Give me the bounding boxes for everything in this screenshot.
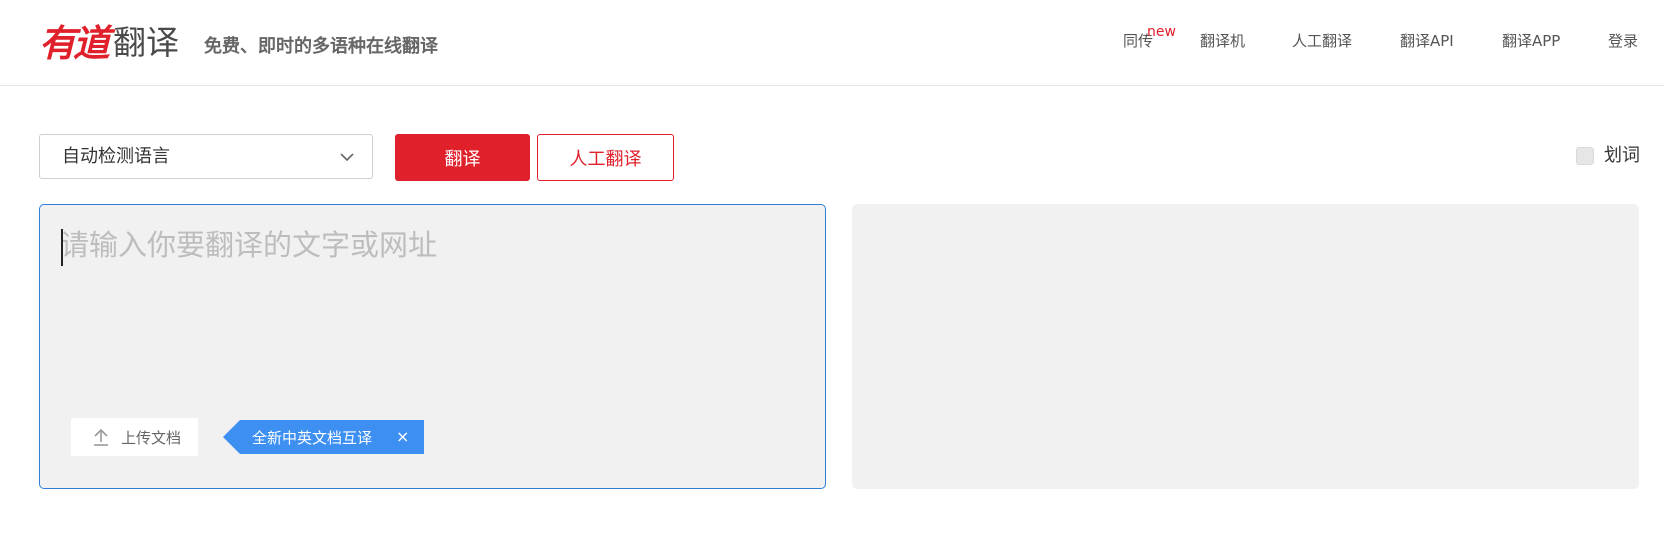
word-pick-checkbox[interactable] <box>1576 147 1594 165</box>
document-translation-promo[interactable]: 全新中英文档互译 × <box>223 420 425 454</box>
upload-document-button[interactable]: 上传文档 <box>71 418 198 456</box>
human-translate-button[interactable]: 人工翻译 <box>537 134 674 181</box>
logo-brand-text: 有道 <box>39 21 110 65</box>
new-badge: new <box>1147 24 1176 40</box>
top-header: 有道 翻译 免费、即时的多语种在线翻译 同传 new 翻译机 人工翻译 翻译AP… <box>0 0 1664 86</box>
upload-document-label: 上传文档 <box>121 428 182 447</box>
close-icon[interactable]: × <box>396 429 409 445</box>
nav-item-login[interactable]: 登录 <box>1608 30 1638 52</box>
youdao-logo[interactable]: 有道 翻译 <box>39 18 179 64</box>
nav-item-translator-device[interactable]: 翻译机 <box>1200 30 1245 52</box>
promo-pointer <box>223 420 240 454</box>
logo-product-text: 翻译 <box>113 23 179 62</box>
word-pick-label: 划词 <box>1604 145 1640 166</box>
text-caret <box>61 229 63 266</box>
language-select[interactable]: 自动检测语言 <box>39 134 373 179</box>
word-pick-toggle[interactable]: 划词 <box>1576 145 1640 167</box>
nav-item-api[interactable]: 翻译API <box>1400 30 1454 52</box>
source-input-panel: 上传文档 全新中英文档互译 × <box>39 204 826 489</box>
upload-icon <box>94 428 108 446</box>
promo-label: 全新中英文档互译 <box>252 428 373 447</box>
site-slogan: 免费、即时的多语种在线翻译 <box>204 36 438 57</box>
nav-item-simultaneous[interactable]: 同传 new <box>1123 24 1176 52</box>
nav-item-app[interactable]: 翻译APP <box>1502 30 1560 52</box>
promo-body: 全新中英文档互译 × <box>240 420 425 454</box>
chevron-down-icon <box>340 153 354 162</box>
language-select-value: 自动检测语言 <box>62 146 170 167</box>
translate-button[interactable]: 翻译 <box>395 134 530 181</box>
translation-output-panel <box>852 204 1639 489</box>
nav-item-human-translation[interactable]: 人工翻译 <box>1292 30 1352 52</box>
source-text-input[interactable] <box>60 225 800 385</box>
